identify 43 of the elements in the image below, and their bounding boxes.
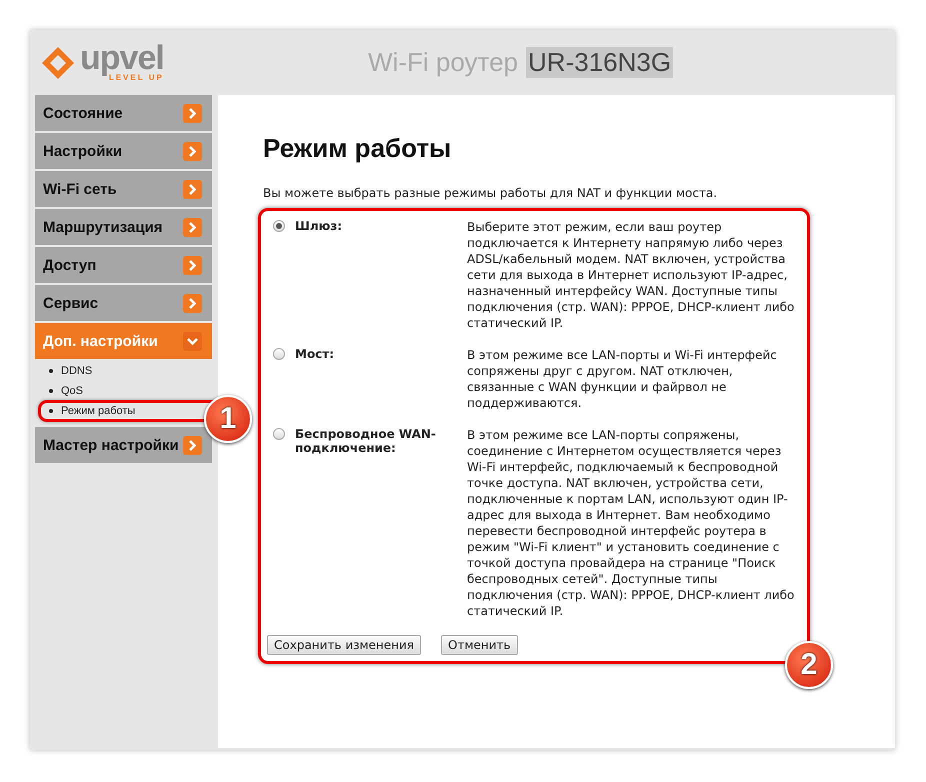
chevron-right-icon <box>183 104 202 122</box>
page-title: Wi-Fi роутер <box>368 47 518 78</box>
sidebar-item-label: Доп. настройки <box>43 332 158 350</box>
intro-text: Вы можете выбрать разные режимы работы для NAT и функции моста. <box>263 186 718 200</box>
submenu-link[interactable]: DDNS <box>61 365 92 377</box>
chevron-down-icon <box>183 332 202 350</box>
sidebar-item-label: Мастер настройки <box>43 436 179 454</box>
sidebar-item[interactable]: Доступ <box>35 247 212 283</box>
save-button[interactable]: Сохранить изменения <box>267 635 422 655</box>
sidebar-item[interactable]: Wi-Fi сеть <box>35 171 212 207</box>
mode-label: Мост: <box>294 347 336 363</box>
cancel-button[interactable]: Отменить <box>441 635 518 655</box>
radio-button[interactable] <box>273 428 285 440</box>
sidebar-item-label: Состояние <box>43 104 123 122</box>
submenu-link[interactable]: Режим работы <box>61 405 136 417</box>
mode-description: В этом режиме все LAN-порты и Wi-Fi интерфейс сопряжены друг с другом. NAT отключен, связанные с WAN функции и файрвол не поддерживаются. <box>467 347 778 411</box>
model-name: UR-316N3G <box>526 47 674 78</box>
submenu-link[interactable]: QoS <box>61 385 84 397</box>
logo-tagline: LEVEL UP <box>108 73 164 82</box>
sidebar-item[interactable]: Состояние <box>35 95 212 131</box>
sidebar-item-label: Wi-Fi сеть <box>43 180 117 198</box>
sidebar-item[interactable]: Сервис <box>35 285 212 321</box>
mode-label: Шлюз: <box>294 219 344 235</box>
chevron-right-icon <box>183 294 202 312</box>
section-heading: Режим работы <box>263 133 452 164</box>
sidebar-item-label: Настройки <box>43 142 122 160</box>
chevron-right-icon <box>183 218 202 236</box>
sidebar-item-label: Сервис <box>43 294 98 312</box>
sidebar-item-label: Доступ <box>43 256 96 274</box>
sidebar-item[interactable]: Маршрутизация <box>35 209 212 245</box>
sidebar-item[interactable]: Мастер настройки <box>35 427 212 463</box>
radio-button[interactable] <box>273 220 285 232</box>
mode-description: В этом режиме все LAN-порты сопряжены, соединение с Интернетом осуществляется через Wi-Fi интерфейс, подключаемый к беспроводной точке доступа. NAT включен, устройства сети, подключенные к портам LAN, используют один IP-адрес для выхода в Интернет. Вам необходимо перевести беспроводной интерфейс роутера в режим "Wi-Fi клиент" и установить соединение с точкой доступа провайдера на странице "Поиск беспроводных сетей". Доступные типы подключения (стр. WAN): PPPOE, DHCP-клиент либо статический IP. <box>467 427 796 619</box>
sidebar-item[interactable]: Настройки <box>35 133 212 169</box>
mode-label: Беспроводное WAN-подключение: <box>294 427 437 457</box>
callout-number: 2 <box>785 641 833 689</box>
chevron-right-icon <box>183 180 202 198</box>
chevron-right-icon <box>183 256 202 274</box>
sidebar-item-label: Маршрутизация <box>43 218 163 236</box>
mode-description: Выберите этот режим, если ваш роутер подключается к Интернету напрямую либо через ADSL/кабельный модем. NAT включен, устройства сети для выхода в Интернет используют IP-адрес, назначенный интерфейсу WAN. Доступные типы подключения (стр. WAN): PPPOE, DHCP-клиент либо статический IP. <box>467 219 796 331</box>
radio-button[interactable] <box>273 348 285 360</box>
chevron-right-icon <box>183 436 202 454</box>
chevron-right-icon <box>183 142 202 160</box>
